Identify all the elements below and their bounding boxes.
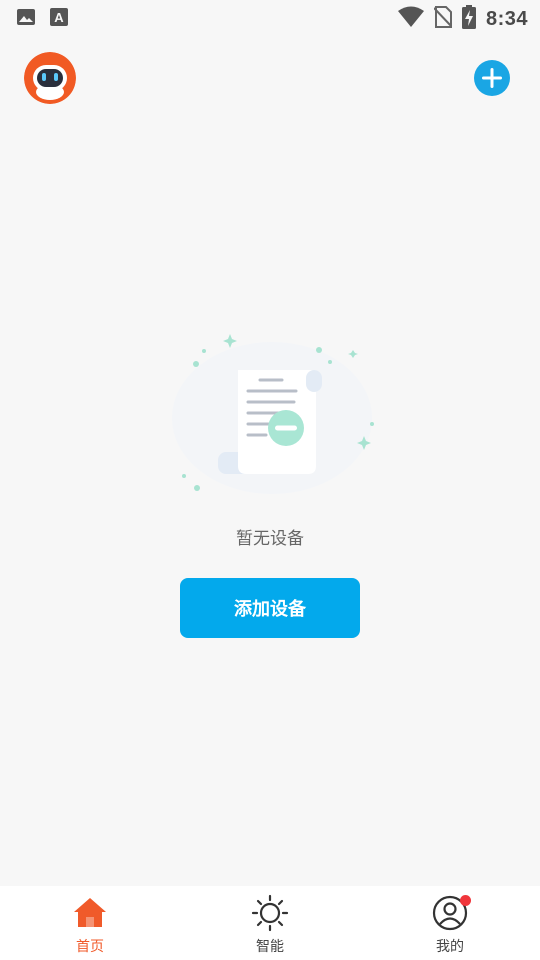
status-time: 8:34: [485, 7, 528, 30]
tab-mine[interactable]: 我的: [360, 886, 540, 960]
tab-smart[interactable]: 智能: [180, 886, 360, 960]
wifi-icon: [397, 6, 424, 32]
bottom-tab-bar: 首页 智能 我的: [0, 886, 540, 960]
tab-mine-label: 我的: [436, 939, 464, 955]
avatar[interactable]: [24, 52, 76, 104]
notification-badge: [460, 895, 471, 906]
home-icon: [71, 894, 109, 932]
tab-home-label: 首页: [76, 939, 104, 955]
svg-text:A: A: [54, 10, 64, 25]
user-icon: [431, 894, 471, 932]
sun-icon: [251, 894, 289, 932]
plus-circle-icon: [482, 68, 502, 88]
status-bar: A 8:34: [0, 0, 540, 36]
no-sim-icon: [433, 5, 453, 33]
app-header: [0, 36, 540, 124]
font-a-icon: A: [50, 7, 68, 31]
battery-charging-icon: [461, 5, 476, 33]
add-device-button[interactable]: 添加设备: [180, 578, 360, 638]
empty-document-icon: [166, 322, 378, 502]
add-device-header-button[interactable]: [474, 60, 510, 96]
gallery-icon: [16, 7, 36, 31]
tab-smart-label: 智能: [256, 939, 284, 955]
robot-mascot-icon: [24, 52, 76, 104]
tab-home[interactable]: 首页: [0, 886, 180, 960]
empty-state-message: 暂无设备: [236, 529, 304, 549]
